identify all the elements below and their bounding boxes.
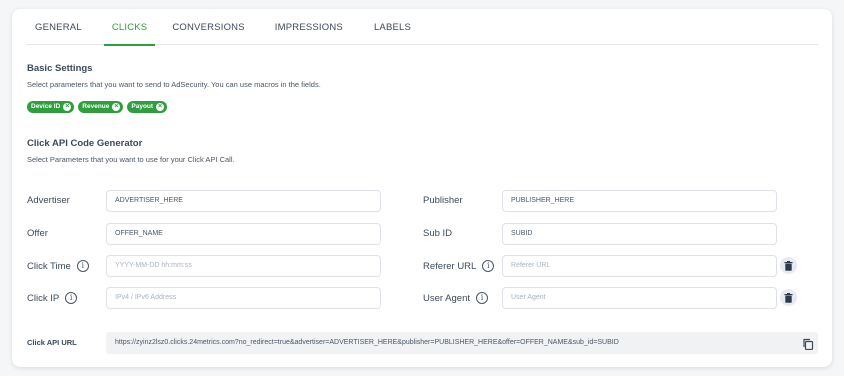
offer-input[interactable]: OFFER_NAME bbox=[106, 223, 381, 245]
referer-url-label: Referer URL i bbox=[423, 260, 495, 272]
click-ip-label-text: Click IP bbox=[27, 292, 60, 304]
chip-label: Payout bbox=[131, 103, 154, 110]
chip-revenue: Revenue × bbox=[78, 101, 124, 113]
api-url-value[interactable]: https://zyinz2lsz0.clicks.24metrics.com?… bbox=[106, 332, 818, 354]
tab-bar: GENERAL CLICKS CONVERSIONS IMPRESSIONS L… bbox=[26, 9, 818, 46]
generator-subtitle: Select Parameters that you want to use f… bbox=[27, 155, 235, 164]
chip-payout: Payout × bbox=[127, 101, 168, 113]
tab-conversions[interactable]: CONVERSIONS bbox=[164, 9, 252, 45]
sub-id-label: Sub ID bbox=[423, 228, 452, 239]
trash-icon[interactable] bbox=[780, 257, 797, 274]
tab-general[interactable]: GENERAL bbox=[26, 9, 90, 45]
click-time-input[interactable]: YYYY-MM-DD hh:mm:ss bbox=[106, 255, 381, 277]
trash-icon[interactable] bbox=[780, 289, 797, 306]
chip-label: Device ID bbox=[31, 103, 61, 110]
chip-device-id: Device ID × bbox=[27, 101, 75, 113]
copy-icon[interactable] bbox=[802, 338, 814, 350]
offer-label: Offer bbox=[27, 228, 48, 239]
user-agent-label-text: User Agent bbox=[423, 292, 470, 304]
publisher-input[interactable]: PUBLISHER_HERE bbox=[502, 190, 777, 212]
generator-title: Click API Code Generator bbox=[27, 138, 143, 149]
advertiser-label-text: Advertiser bbox=[27, 195, 70, 206]
tab-clicks[interactable]: CLICKS bbox=[103, 9, 156, 46]
info-icon[interactable]: i bbox=[65, 292, 78, 304]
basic-settings-title: Basic Settings bbox=[27, 63, 93, 74]
offer-label-text: Offer bbox=[27, 228, 48, 239]
user-agent-label: User Agent i bbox=[423, 292, 488, 304]
click-ip-label: Click IP i bbox=[27, 292, 78, 304]
tab-impressions[interactable]: IMPRESSIONS bbox=[267, 9, 351, 45]
sub-id-input[interactable]: SUBID bbox=[502, 223, 777, 245]
parameter-chips: Device ID × Revenue × Payout × bbox=[27, 101, 168, 113]
settings-card: GENERAL CLICKS CONVERSIONS IMPRESSIONS L… bbox=[12, 9, 832, 367]
sub-id-label-text: Sub ID bbox=[423, 228, 453, 239]
trash-glyph bbox=[784, 292, 793, 303]
advertiser-label: Advertiser bbox=[27, 195, 70, 206]
user-agent-input[interactable]: User Agent bbox=[502, 287, 777, 309]
click-time-label-text: Click Time bbox=[27, 260, 71, 272]
publisher-label: Publisher bbox=[423, 195, 463, 206]
remove-chip-icon[interactable]: × bbox=[112, 103, 121, 111]
click-time-label: Click Time i bbox=[27, 260, 89, 272]
info-icon[interactable]: i bbox=[482, 260, 495, 272]
referer-url-input[interactable]: Referer URL bbox=[502, 255, 777, 277]
remove-chip-icon[interactable]: × bbox=[63, 103, 72, 111]
tab-labels[interactable]: LABELS bbox=[366, 9, 419, 45]
remove-chip-icon[interactable]: × bbox=[156, 103, 165, 111]
trash-glyph bbox=[784, 260, 793, 271]
referer-url-label-text: Referer URL bbox=[423, 260, 477, 272]
info-icon[interactable]: i bbox=[476, 292, 488, 304]
advertiser-input[interactable]: ADVERTISER_HERE bbox=[106, 190, 381, 212]
publisher-label-text: Publisher bbox=[423, 195, 463, 206]
chip-label: Revenue bbox=[82, 103, 110, 110]
info-icon[interactable]: i bbox=[76, 260, 89, 272]
click-ip-input[interactable]: IPv4 / IPv6 Address bbox=[106, 287, 381, 309]
basic-settings-subtitle: Select parameters that you want to send … bbox=[27, 80, 321, 89]
api-url-label: Click API URL bbox=[27, 338, 77, 347]
